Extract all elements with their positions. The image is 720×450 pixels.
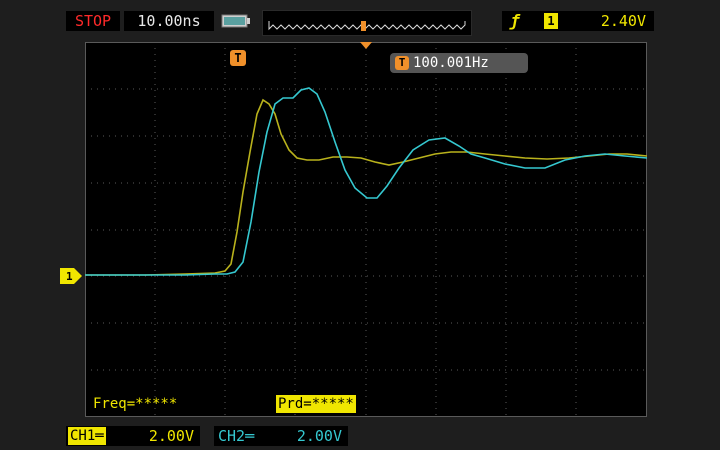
graticule: [85, 42, 647, 417]
freq-measurement: Freq=*****: [93, 396, 178, 412]
ch2-scale-box[interactable]: CH2═ 2.00V: [214, 426, 348, 446]
run-stop-indicator[interactable]: STOP: [66, 11, 120, 31]
dc-coupling-icon: ═: [95, 428, 104, 444]
period-measurement: Prd=*****: [276, 395, 356, 413]
trigger-frequency-badge: T 100.001Hz: [390, 53, 528, 73]
ch2-label: CH2: [218, 427, 246, 445]
ch1-ground-marker-icon[interactable]: 1: [60, 268, 82, 284]
ch1-tag: CH1═: [68, 427, 106, 445]
ch2-scale-value: 2.00V: [296, 427, 342, 445]
battery-icon: [221, 14, 250, 28]
waveform-canvas: [85, 42, 647, 417]
ch2-tag: CH2═: [218, 426, 254, 446]
ch1-scale-value: 2.00V: [148, 427, 194, 445]
timebase-readout[interactable]: 10.00ns: [124, 11, 214, 31]
ch1-ground-marker-label: 1: [66, 270, 73, 283]
memory-position-strip[interactable]: [262, 10, 472, 36]
trigger-position-marker: [360, 42, 372, 49]
trigger-time-marker[interactable]: T: [230, 50, 246, 66]
dc-coupling-icon: ═: [245, 427, 255, 445]
rising-edge-icon: ƒ: [510, 11, 520, 30]
ch1-scale-box[interactable]: CH1═ 2.00V: [66, 426, 200, 446]
channel-status-bar: CH1═ 2.00V CH2═ 2.00V: [0, 420, 720, 450]
status-bar: STOP 10.00ns ƒ 1 2.40V: [0, 0, 720, 40]
ch1-label: CH1: [70, 428, 96, 444]
trigger-settings[interactable]: ƒ 1 2.40V: [502, 11, 654, 31]
memory-waveform-icon: [268, 21, 466, 31]
trigger-level-readout: 2.40V: [600, 12, 646, 30]
trigger-icon: T: [395, 56, 409, 70]
waveform-display[interactable]: [85, 42, 647, 417]
trigger-source-badge: 1: [544, 13, 558, 29]
frequency-readout: 100.001Hz: [413, 55, 489, 71]
